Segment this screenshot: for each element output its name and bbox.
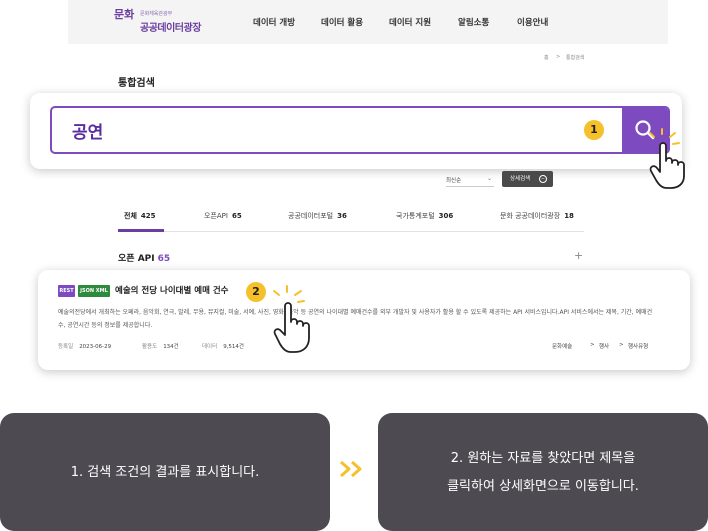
- search-card: 1: [30, 93, 682, 169]
- meta-data: 데이터 9,514건: [202, 342, 244, 350]
- pointer-hand-icon: [273, 285, 310, 353]
- detail-search-label: 상세검색: [510, 176, 531, 182]
- detail-search-button[interactable]: 상세검색 −: [502, 171, 553, 187]
- meta-registered-value: 2023-06-29: [79, 344, 112, 350]
- pointer-hand-icon: [649, 128, 685, 189]
- nav-item-data-open[interactable]: 데이터 개방: [253, 16, 295, 28]
- logo-name: 공공데이터광장: [140, 23, 201, 34]
- guide-panel-step2: 2. 원하는 자료를 찾았다면 제목을 클릭하여 상세화면으로 이동합니다.: [378, 413, 708, 531]
- sort-select[interactable]: 최신순 ⌄: [446, 173, 494, 187]
- nav-item-guide[interactable]: 이용안내: [517, 16, 548, 28]
- meta-usage: 활용도 134건: [142, 342, 179, 350]
- category-separator-1: >: [590, 342, 595, 348]
- sort-select-value: 최신순: [446, 178, 462, 184]
- meta-data-value: 9,514건: [223, 344, 244, 350]
- category-2: 행사: [599, 344, 610, 350]
- double-chevron-right-icon: [340, 460, 362, 478]
- section-count: 65: [157, 254, 171, 264]
- tab-openapi-count: 65: [231, 212, 242, 220]
- top-navigation-bar: 문화 문화체육관광부 공공데이터광장 데이터 개방 데이터 활용 데이터 지원 …: [68, 0, 668, 44]
- expand-plus-icon[interactable]: +: [574, 249, 583, 262]
- search-input[interactable]: [52, 108, 624, 152]
- tab-all[interactable]: 전체 425: [124, 211, 156, 221]
- category-separator-2: >: [619, 342, 624, 348]
- step-badge-1: 1: [584, 120, 604, 140]
- site-logo[interactable]: 문화 문화체육관광부 공공데이터광장: [114, 6, 224, 38]
- nav-item-data-support[interactable]: 데이터 지원: [389, 16, 431, 28]
- guide-step2-line2: 클릭하여 상세화면으로 이동합니다.: [447, 479, 639, 494]
- category-1: 문화예술: [552, 344, 573, 350]
- tab-kosis-label: 국가통계포털: [396, 212, 435, 220]
- meta-registered-label: 등록일: [58, 344, 74, 350]
- result-title-link[interactable]: 예술의 전당 나이대별 예매 건수: [115, 284, 229, 296]
- tab-public-data-portal-count: 36: [337, 212, 347, 220]
- breadcrumb-home[interactable]: 홈: [544, 54, 549, 61]
- tabs-divider: [118, 231, 584, 232]
- minus-circle-icon: −: [539, 175, 547, 183]
- guide-step2-line1: 2. 원하는 자료를 찾았다면 제목을: [450, 451, 636, 466]
- result-card: REST JSON XML 예술의 전당 나이대별 예매 건수 2 예술의전당에…: [38, 270, 690, 370]
- meta-usage-value: 134건: [163, 344, 179, 350]
- tab-all-label: 전체: [124, 212, 137, 220]
- tab-kosis-count: 306: [438, 212, 454, 220]
- logo-mark: 문화: [114, 8, 135, 21]
- tab-openapi[interactable]: 오픈API 65: [204, 211, 242, 221]
- step-badge-2: 2: [246, 282, 266, 302]
- page-title: 통합검색: [118, 78, 155, 89]
- section-title-label: 오픈 API: [118, 254, 155, 264]
- search-box: 1: [50, 106, 670, 154]
- meta-registered: 등록일 2023-06-29: [58, 342, 111, 350]
- tab-public-data-portal[interactable]: 공공데이터포털 36: [288, 211, 347, 221]
- active-tab-indicator: [118, 229, 164, 232]
- category-3: 행사유형: [628, 344, 649, 350]
- meta-usage-label: 활용도: [142, 344, 158, 350]
- result-description: 예술의전당에서 개최하는 오페라, 음악회, 연극, 발레, 무용, 뮤지컬, …: [58, 309, 653, 329]
- nav-item-notice[interactable]: 알림소통: [458, 16, 489, 28]
- guide-panel-step1: 1. 검색 조건의 결과를 표시합니다.: [0, 413, 330, 531]
- logo-ministry: 문화체육관광부: [140, 11, 173, 17]
- nav-item-data-use[interactable]: 데이터 활용: [321, 16, 363, 28]
- tab-public-data-portal-label: 공공데이터포털: [288, 212, 334, 220]
- rest-tag: REST: [58, 285, 75, 297]
- breadcrumb-separator: >: [556, 54, 561, 60]
- meta-data-label: 데이터: [202, 344, 218, 350]
- section-title: 오픈 API 65: [118, 251, 170, 264]
- json-xml-tag: JSON XML: [78, 285, 110, 297]
- guide-step1-text: 1. 검색 조건의 결과를 표시합니다.: [70, 465, 260, 480]
- tab-kosis[interactable]: 국가통계포털 306: [396, 211, 453, 221]
- tab-culture-data-count: 18: [564, 212, 574, 220]
- chevron-down-icon: ⌄: [486, 175, 492, 182]
- breadcrumb-current: 통합검색: [566, 55, 585, 61]
- tab-culture-data[interactable]: 문화 공공데이터광장 18: [500, 211, 574, 221]
- tab-culture-data-label: 문화 공공데이터광장: [500, 212, 561, 220]
- tab-openapi-label: 오픈API: [204, 212, 228, 220]
- tab-all-count: 425: [140, 212, 156, 220]
